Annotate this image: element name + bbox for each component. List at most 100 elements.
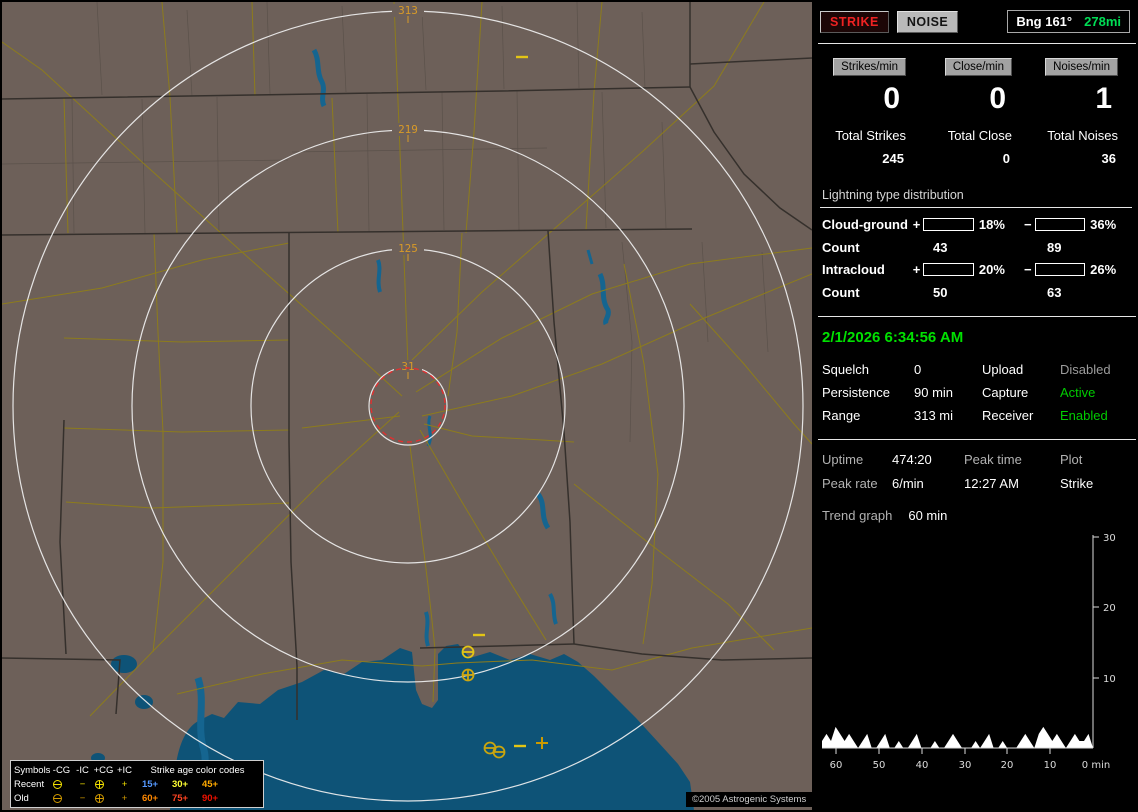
intracloud-count-row: Count 50 63 [820, 285, 1132, 300]
stats-grid: Uptime 474:20 Peak time Plot Peak rate 6… [820, 452, 1132, 491]
legend-row-recent-label: Recent [14, 778, 45, 790]
peak-rate-value: 6/min [892, 476, 924, 491]
map-canvas[interactable]: 313 219 125 31 [2, 2, 812, 810]
persistence-label: Persistence [822, 385, 890, 400]
strikes-counter: Strikes/min 0 Total Strikes 245 [818, 58, 924, 166]
app-window: 313 219 125 31 Symbols -CG -IC +CG +IC S… [0, 0, 1138, 812]
noise-indicator-button[interactable]: NOISE [896, 10, 959, 33]
cg-plus-count: 43 [933, 240, 948, 255]
intracloud-label: Intracloud [822, 262, 885, 277]
lightning-map[interactable]: 313 219 125 31 Symbols -CG -IC +CG +IC S… [2, 2, 812, 810]
cg-minus-pct: 36% [1090, 217, 1117, 232]
ic-plus-pct: 20% [978, 262, 1005, 277]
legend-col-neg-ic: -IC [76, 764, 89, 776]
minus-sign: − [1023, 217, 1032, 232]
range-label: Range [822, 408, 861, 423]
status-panel: STRIKE NOISE Bng 161° 278mi Strikes/min … [818, 0, 1136, 812]
pos-cg-old-icon [93, 793, 114, 804]
neg-ic-recent-icon: − [79, 778, 86, 790]
age-45: 45+ [201, 778, 219, 790]
legend-age-header: Strike age color codes [150, 764, 245, 776]
ring-label-219: 219 [398, 123, 418, 136]
datetime-readout: 2/1/2026 6:34:56 AM [822, 329, 964, 346]
total-strikes-label: Total Strikes [835, 128, 906, 143]
pos-cg-recent-icon [93, 779, 114, 790]
minus-sign: − [1023, 262, 1032, 277]
ic-minus-bar [1034, 263, 1086, 276]
peak-time-value: 12:27 AM [964, 476, 1019, 491]
age-75: 75+ [171, 792, 189, 804]
squelch-label: Squelch [822, 362, 869, 377]
plot-value: Strike [1060, 476, 1094, 491]
strike-indicator-button[interactable]: STRIKE [820, 10, 889, 33]
cloud-ground-count-row: Count 43 89 [820, 240, 1132, 255]
plot-label: Plot [1060, 452, 1083, 467]
trend-window-value: 60 min [908, 508, 948, 523]
legend-row-old-label: Old [14, 792, 29, 804]
settings-grid: Squelch 0 Upload Disabled Persistence 90… [820, 362, 1132, 423]
pos-ic-recent-icon: + [121, 778, 128, 790]
total-close-value: 0 [1002, 151, 1010, 166]
age-15: 15+ [141, 778, 159, 790]
counters-section: Strikes/min 0 Total Strikes 245 Close/mi… [818, 44, 1136, 180]
ic-minus-pct: 26% [1090, 262, 1117, 277]
ring-label-31: 31 [401, 360, 414, 373]
count-label: Count [822, 285, 860, 300]
noises-per-min-button[interactable]: Noises/min [1045, 58, 1118, 76]
ic-plus-count: 50 [933, 285, 948, 300]
total-noises-value: 36 [1101, 151, 1116, 166]
legend-col-pos-ic: +IC [116, 764, 133, 776]
ic-minus-count: 63 [1047, 285, 1062, 300]
count-label: Count [822, 240, 860, 255]
total-strikes-value: 245 [882, 151, 904, 166]
ytick-10: 10 [1103, 674, 1116, 685]
trend-graph: 30 20 10 60 50 40 30 20 10 0 min [822, 533, 1116, 771]
ring-label-313: 313 [398, 4, 418, 17]
xtick-30: 30 [959, 760, 972, 771]
persistence-value: 90 min [914, 385, 954, 400]
close-rate: 0 [989, 82, 1006, 115]
close-counter: Close/min 0 Total Close 0 [924, 58, 1030, 166]
close-per-min-button[interactable]: Close/min [944, 58, 1012, 76]
pos-ic-old-icon: + [121, 792, 128, 804]
plus-sign: + [912, 262, 921, 277]
ytick-30: 30 [1103, 533, 1116, 544]
neg-cg-recent-icon [51, 779, 72, 790]
ring-label-125: 125 [398, 242, 418, 255]
strikes-rate: 0 [883, 82, 900, 115]
age-60: 60+ [141, 792, 159, 804]
distribution-section: Lightning type distribution Cloud-ground… [818, 180, 1136, 317]
cloud-ground-label: Cloud-ground [822, 217, 908, 232]
intracloud-row: Intracloud + 20% − 26% [820, 262, 1132, 277]
xtick-10: 10 [1044, 760, 1057, 771]
bearing-distance-readout: Bng 161° 278mi [1007, 10, 1130, 33]
bearing-value: Bng 161° [1016, 14, 1073, 29]
receiver-label: Receiver [982, 408, 1034, 423]
capture-label: Capture [982, 385, 1029, 400]
age-30: 30+ [171, 778, 189, 790]
peak-time-label: Peak time [964, 452, 1022, 467]
xtick-60: 60 [830, 760, 843, 771]
neg-cg-old-icon [51, 793, 72, 804]
copyright-notice: ©2005 Astrogenic Systems [686, 792, 812, 807]
cg-plus-pct: 18% [978, 217, 1005, 232]
neg-ic-old-icon: − [79, 792, 86, 804]
cg-minus-bar [1034, 218, 1086, 231]
noises-rate: 1 [1095, 82, 1112, 115]
settings-section: 2/1/2026 6:34:56 AM Squelch 0 Upload Dis… [818, 317, 1136, 440]
plus-sign: + [912, 217, 921, 232]
total-close-label: Total Close [947, 128, 1012, 143]
capture-value: Active [1060, 385, 1096, 400]
distance-value: 278mi [1084, 14, 1121, 29]
distribution-title: Lightning type distribution [820, 184, 1132, 208]
receiver-value: Enabled [1060, 408, 1108, 423]
total-noises-label: Total Noises [1047, 128, 1118, 143]
age-90: 90+ [201, 792, 219, 804]
xtick-50: 50 [873, 760, 886, 771]
strikes-per-min-button[interactable]: Strikes/min [833, 58, 906, 76]
legend-symbols-header: Symbols [14, 764, 51, 776]
legend-col-pos-cg: +CG [93, 764, 114, 776]
uptime-value: 474:20 [892, 452, 932, 467]
ytick-20: 20 [1103, 603, 1116, 614]
peak-rate-label: Peak rate [822, 476, 878, 491]
